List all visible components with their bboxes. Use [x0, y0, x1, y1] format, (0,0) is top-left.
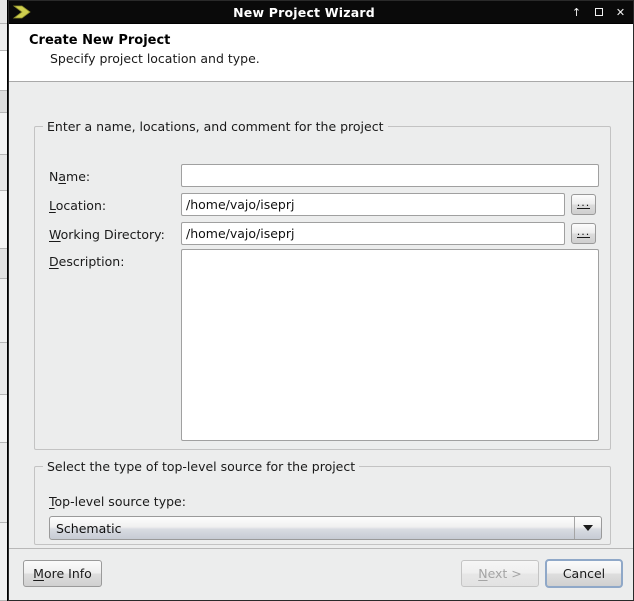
more-info-button[interactable]: More Info: [23, 560, 102, 587]
location-label: Location:: [49, 198, 106, 213]
name-input[interactable]: [181, 164, 599, 187]
new-project-wizard-dialog: New Project Wizard ↑ ✕ Create New Projec…: [8, 0, 634, 601]
next-button[interactable]: Next >: [461, 560, 539, 587]
page-subtitle: Specify project location and type.: [50, 51, 260, 66]
next-label: Next >: [478, 566, 522, 581]
shade-button[interactable]: ↑: [570, 7, 583, 18]
cancel-button[interactable]: Cancel: [545, 559, 623, 588]
page-title: Create New Project: [29, 33, 171, 48]
ellipsis-icon: ...: [576, 196, 591, 209]
location-label-post: ocation:: [55, 198, 107, 213]
name-label-mnemonic: a: [58, 169, 67, 184]
description-label-mnemonic: D: [49, 254, 59, 269]
working-directory-label: Working Directory:: [49, 227, 165, 242]
top-level-source-type-value: Schematic: [56, 520, 122, 536]
working-directory-label-mnemonic: W: [49, 227, 61, 242]
window-controls: ↑ ✕: [570, 1, 627, 23]
name-label-pre: N: [49, 169, 59, 184]
description-label: Description:: [49, 254, 124, 269]
project-info-group-legend: Enter a name, locations, and comment for…: [43, 119, 388, 134]
top-level-source-type-label-post: op-level source type:: [54, 494, 186, 509]
name-label: Name:: [49, 169, 90, 184]
cancel-label: Cancel: [562, 566, 606, 581]
working-directory-label-post: orking Directory:: [60, 227, 165, 242]
source-type-group-legend: Select the type of top-level source for …: [43, 459, 360, 474]
location-input[interactable]: [181, 193, 565, 216]
description-label-post: escription:: [58, 254, 125, 269]
location-browse-button[interactable]: ...: [571, 194, 596, 215]
name-label-post: me:: [66, 169, 91, 184]
working-directory-input[interactable]: [181, 222, 565, 245]
more-info-label: More Info: [33, 566, 92, 581]
chevron-down-icon[interactable]: [574, 517, 601, 539]
maximize-button[interactable]: [592, 7, 605, 18]
wizard-header: Create New Project Specify project locat…: [9, 24, 633, 82]
ellipsis-icon: ...: [576, 225, 591, 238]
app-chevron-right-icon: [9, 5, 35, 19]
close-x-icon: ✕: [615, 5, 626, 19]
window-title: New Project Wizard: [233, 4, 375, 20]
description-textarea[interactable]: [181, 249, 599, 441]
up-arrow-icon: ↑: [571, 5, 582, 19]
working-directory-browse-button[interactable]: ...: [571, 223, 596, 244]
top-level-source-type-label: Top-level source type:: [49, 494, 186, 509]
close-button[interactable]: ✕: [614, 7, 627, 18]
location-label-mnemonic: L: [49, 198, 56, 213]
dialog-body: Enter a name, locations, and comment for…: [9, 82, 633, 580]
top-level-source-type-combobox[interactable]: Schematic: [49, 516, 602, 540]
square-icon: [594, 7, 603, 16]
title-bar[interactable]: New Project Wizard ↑ ✕: [9, 1, 633, 24]
dialog-footer: More Info Next > Cancel: [9, 548, 633, 600]
